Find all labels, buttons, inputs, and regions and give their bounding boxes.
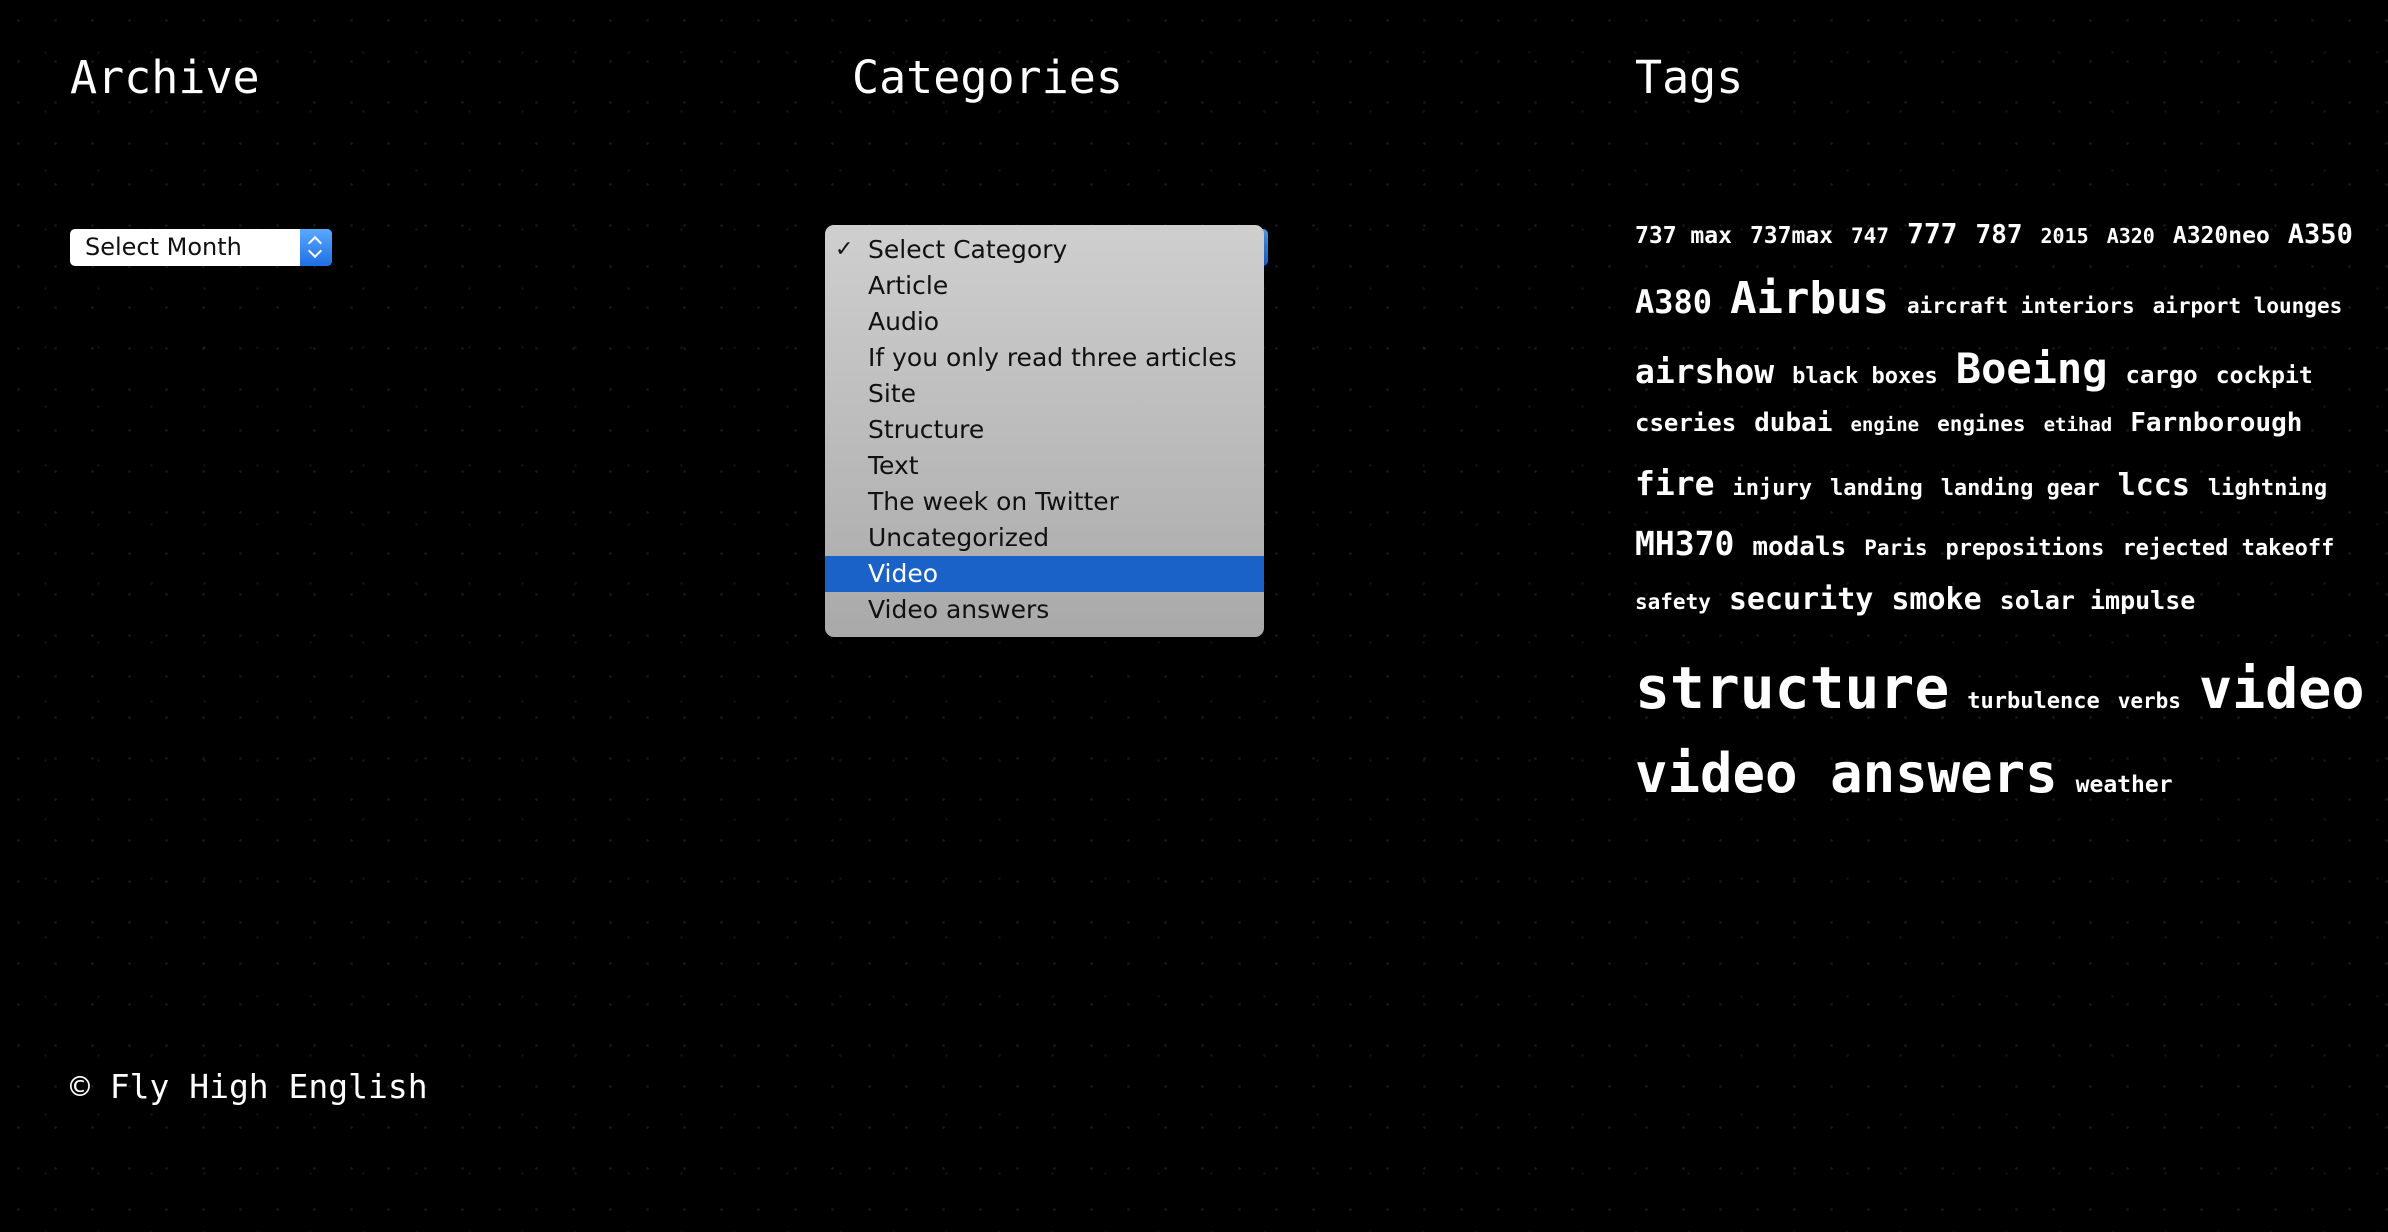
tag-link[interactable]: cseries (1635, 411, 1736, 435)
tag-link[interactable]: MH370 (1635, 527, 1734, 560)
tag-link[interactable]: engine (1850, 416, 1919, 435)
archive-title: Archive (70, 51, 260, 104)
tag-link[interactable]: lccs (2118, 471, 2190, 501)
category-option[interactable]: Structure (825, 412, 1264, 448)
category-option[interactable]: Text (825, 448, 1264, 484)
tag-link[interactable]: landing (1830, 478, 1923, 500)
select-arrows-icon[interactable] (300, 229, 332, 266)
category-option[interactable]: Audio (825, 304, 1264, 340)
tag-link[interactable]: security (1729, 585, 1874, 615)
tag-line: 737 max 737max 747 777 787 2015 A320 A320neo A35… (1635, 220, 2353, 277)
tag-link[interactable]: structure (1635, 659, 1949, 717)
checkmark-icon: ✓ (835, 237, 854, 262)
tag-link[interactable]: 2015 (2041, 226, 2089, 246)
category-option-label: Video (868, 559, 939, 588)
tag-cloud: 737 max 737max 747 777 787 2015 A320 A320neo A35… (1635, 220, 2365, 817)
tag-link[interactable]: rejected takeoff (2122, 538, 2334, 560)
tag-line: A380 Airbus aircraft interiors airport loun… (1635, 277, 2342, 348)
category-option[interactable]: Site (825, 376, 1264, 412)
tag-link[interactable]: airshow (1635, 355, 1774, 388)
tag-link[interactable]: A320 (2107, 226, 2155, 246)
category-option[interactable]: The week on Twitter (825, 484, 1264, 520)
tag-link[interactable]: prepositions (1945, 538, 2104, 560)
tag-link[interactable]: etihad (2044, 416, 2113, 435)
tag-link[interactable]: airport lounges (2153, 296, 2343, 317)
category-option-label: Text (868, 451, 919, 480)
categories-title: Categories (852, 51, 1123, 104)
tag-link[interactable]: video answers (1635, 747, 2058, 801)
tag-link[interactable]: A380 (1635, 286, 1712, 318)
tag-link[interactable]: safety (1635, 592, 1711, 613)
tag-line: MH370 modals Paris prepositions rejected tak… (1635, 527, 2335, 585)
category-option-label: The week on Twitter (868, 487, 1119, 516)
tag-link[interactable]: black boxes (1792, 366, 1938, 388)
category-option[interactable]: If you only read three articles (825, 340, 1264, 376)
tag-link[interactable]: 747 (1851, 226, 1889, 247)
archive-month-select-value: Select Month (85, 233, 242, 261)
tag-link[interactable]: Farnborough (2130, 410, 2302, 436)
category-option-label: If you only read three articles (868, 343, 1237, 372)
tag-link[interactable]: Airbus (1730, 277, 1889, 321)
tag-line: cseries dubai engine engines etihad Farnborou… (1635, 410, 2335, 467)
tag-link[interactable]: aircraft interiors (1907, 296, 2135, 317)
category-option[interactable]: ✓ Select Category (825, 232, 1264, 268)
tag-line: video answers weather (1635, 747, 2335, 817)
tag-link[interactable]: Paris (1864, 538, 1927, 559)
tag-link[interactable]: Boeing (1956, 348, 2108, 390)
tag-line: airshow black boxes Boeing cargo cockpit (1635, 348, 2335, 410)
category-option[interactable]: Article (825, 268, 1264, 304)
category-option-label: Structure (868, 415, 985, 444)
tag-link[interactable]: landing gear (1941, 478, 2100, 500)
archive-month-select[interactable]: Select Month (70, 229, 332, 266)
tag-link[interactable]: video (2199, 662, 2365, 717)
tags-title: Tags (1635, 51, 1744, 104)
tag-line: fire injury landing landing gear lccs lightni… (1635, 467, 2335, 527)
category-dropdown-menu: ✓ Select Category Article Audio If you only … (825, 225, 1264, 637)
category-option-label: Site (868, 379, 916, 408)
category-option-label: Uncategorized (868, 523, 1050, 552)
tag-link[interactable]: lightning (2208, 478, 2327, 500)
tag-link[interactable]: A350 (2288, 221, 2353, 248)
tag-link[interactable]: cargo (2126, 363, 2198, 387)
tag-link[interactable]: solar impulse (2000, 588, 2196, 613)
tag-link[interactable]: 737max (1750, 225, 1833, 248)
tag-link[interactable]: smoke (1891, 585, 1981, 615)
category-option[interactable]: Uncategorized (825, 520, 1264, 556)
tag-line: safety security smoke solar impulse (1635, 585, 2335, 659)
category-option[interactable]: Video (825, 556, 1264, 592)
category-option-label: Audio (868, 307, 940, 336)
category-option-label: Video answers (868, 595, 1050, 624)
tag-link[interactable]: 787 (1976, 222, 2023, 248)
tag-line: structure turbulence verbs video (1635, 659, 2365, 747)
tag-link[interactable]: cockpit (2216, 365, 2313, 388)
tag-link[interactable]: turbulence (1967, 691, 2099, 713)
tag-link[interactable]: modals (1752, 534, 1846, 560)
category-option[interactable]: Video answers (825, 592, 1264, 628)
tag-link[interactable]: injury (1732, 478, 1811, 500)
tag-link[interactable]: 737 max (1635, 225, 1732, 248)
category-option-label: Select Category (868, 235, 1068, 264)
footer-copyright: © Fly High English (70, 1067, 428, 1106)
tag-link[interactable]: engines (1937, 414, 2026, 435)
tag-link[interactable]: weather (2076, 774, 2173, 797)
category-option-label: Article (868, 271, 949, 300)
tag-link[interactable]: fire (1635, 467, 1714, 500)
tag-link[interactable]: verbs (2118, 691, 2181, 712)
tag-link[interactable]: dubai (1754, 410, 1832, 436)
tag-link[interactable]: A320neo (2173, 225, 2270, 248)
tag-link[interactable]: 777 (1907, 220, 1958, 248)
